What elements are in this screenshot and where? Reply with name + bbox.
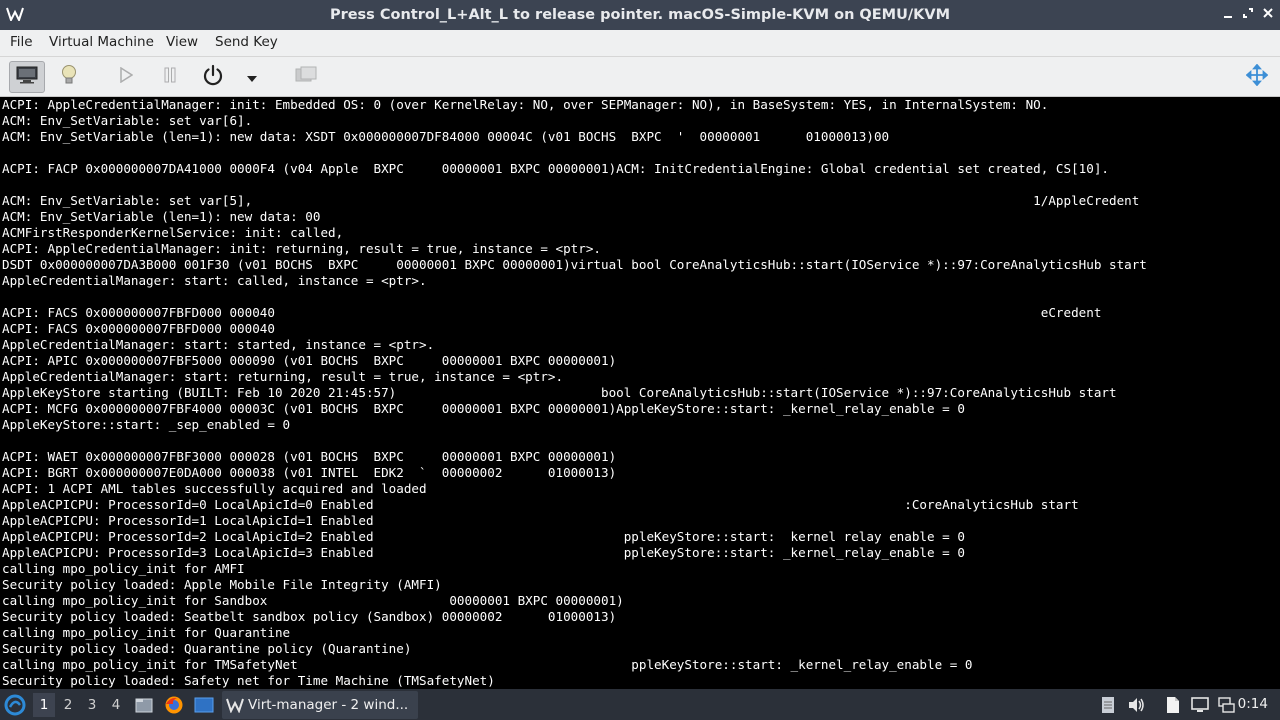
files-icon[interactable] [1163,695,1183,715]
console-line: AppleACPICPU: ProcessorId=2 LocalApicId=… [2,529,965,544]
details-view-button[interactable] [51,61,87,93]
virt-manager-icon [226,697,244,717]
toolbar [0,57,1280,97]
restore-icon[interactable] [1239,6,1257,24]
workspace-3[interactable]: 3 [81,693,103,717]
console-line: AppleCredentialManager: start: started, … [2,337,435,352]
workspace-1[interactable]: 1 [33,693,55,717]
menu-file[interactable]: File [10,30,33,55]
window-titlebar[interactable]: Press Control_L+Alt_L to release pointer… [0,0,1280,30]
console-line: calling mpo_policy_init for Sandbox 0000… [2,593,624,608]
console-line: AppleACPICPU: ProcessorId=0 LocalApicId=… [2,497,1079,512]
console-line: ACPI: FACS 0x000000007FBFD000 000040 eCr… [2,305,1102,320]
pause-button[interactable] [152,61,188,93]
console-line: ACPI: AppleCredentialManager: init: Embe… [2,97,1049,112]
console-line: ACPI: FACS 0x000000007FBFD000 000040 [2,321,275,336]
console-line: AppleACPICPU: ProcessorId=3 LocalApicId=… [2,545,965,560]
clock: 0:14 [1237,696,1268,712]
menu-view[interactable]: View [166,30,198,55]
firefox-icon[interactable] [164,695,184,715]
volume-icon[interactable] [1126,695,1146,715]
console-line: calling mpo_policy_init for AMFI [2,561,245,576]
network-icon[interactable] [1216,695,1236,715]
console-line: DSDT 0x000000007DA3B000 001F30 (v01 BOCH… [2,257,1147,272]
shutdown-button[interactable] [195,61,231,93]
menu-send-key[interactable]: Send Key [215,30,278,55]
console-line: ACPI: WAET 0x000000007FBF3000 000028 (v0… [2,449,617,464]
console-line: AppleKeyStore::start: _sep_enabled = 0 [2,417,291,432]
screenshot-button[interactable] [288,61,324,93]
close-icon[interactable] [1259,6,1277,24]
run-button[interactable] [108,61,144,93]
console-view-button[interactable] [9,61,45,93]
notes-icon[interactable] [1098,695,1118,715]
fullscreen-icon [1245,63,1269,90]
shutdown-menu-button[interactable] [234,61,270,93]
console-line: AppleCredentialManager: start: called, i… [2,273,427,288]
console-line: calling mpo_policy_init for TMSafetyNet … [2,657,973,672]
console-line: ACPI: MCFG 0x000000007FBF4000 00003C (v0… [2,401,965,416]
console-icon [16,66,38,88]
console-line: AppleKeyStore starting (BUILT: Feb 10 20… [2,385,1117,400]
workspace-4[interactable]: 4 [105,693,127,717]
console-line: Security policy loaded: Apple Mobile Fil… [2,577,442,592]
console-line: ACM: Env_SetVariable (len=1): new data: … [2,129,890,144]
menubar: File Virtual Machine View Send Key [0,30,1280,57]
show-desktop-icon[interactable] [194,695,214,715]
start-menu-icon[interactable] [4,694,26,716]
console-line: Security policy loaded: Safety net for T… [2,673,495,688]
lightbulb-icon [60,64,78,90]
console-line: ACPI: FACP 0x000000007DA41000 0000F4 (v0… [2,161,1109,176]
display-icon[interactable] [1190,695,1210,715]
console-line: Security policy loaded: Quarantine polic… [2,641,412,656]
console-line: calling mpo_policy_init for Quarantine [2,625,291,640]
console-line: Security policy loaded: Seatbelt sandbox… [2,609,617,624]
task-label: Virt-manager - 2 wind... [248,697,409,713]
console-line: ACM: Env_SetVariable: set var[6]. [2,113,253,128]
taskbar: 1 2 3 4 Virt-manager - 2 wind... 0:14 [0,689,1280,720]
console-line: ACPI: 1 ACPI AML tables successfully acq… [2,481,427,496]
console-line: ACMFirstResponderKernelService: init: ca… [2,225,344,240]
window-title: Press Control_L+Alt_L to release pointer… [329,7,951,23]
screenshot-icon [295,66,317,88]
console-line: ACM: Env_SetVariable (len=1): new data: … [2,209,321,224]
power-icon [202,64,224,90]
console-line: ACPI: APIC 0x000000007FBF5000 000090 (v0… [2,353,617,368]
fullscreen-button[interactable] [1239,61,1275,93]
console-line: ACPI: BGRT 0x000000007E0DA000 000038 (v0… [2,465,617,480]
console-line: ACM: Env_SetVariable: set var[5], 1/Appl… [2,193,1140,208]
console-line: ACPI: AppleCredentialManager: init: retu… [2,241,601,256]
pause-icon [163,67,177,87]
menu-virtual-machine[interactable]: Virtual Machine [49,30,154,55]
vm-console-display[interactable]: ACPI: AppleCredentialManager: init: Embe… [0,97,1280,689]
console-line: AppleCredentialManager: start: returning… [2,369,564,384]
console-line: AppleACPICPU: ProcessorId=1 LocalApicId=… [2,513,374,528]
minimize-icon[interactable] [1219,6,1237,24]
file-manager-icon[interactable] [134,695,154,715]
workspace-2[interactable]: 2 [57,693,79,717]
taskbar-task-virt-manager[interactable]: Virt-manager - 2 wind... [222,691,418,719]
dropdown-icon [246,68,258,87]
play-icon [119,66,134,87]
